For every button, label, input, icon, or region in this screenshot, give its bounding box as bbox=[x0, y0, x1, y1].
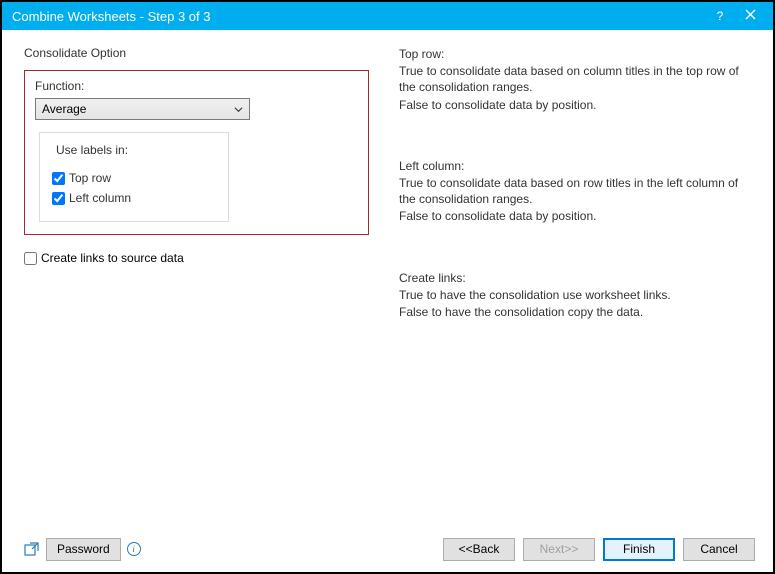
help-create-links-line2: False to have the consolidation copy the… bbox=[399, 304, 755, 320]
options-highlight-frame: Function: Average Use labels in: Top row bbox=[24, 70, 369, 235]
titlebar: Combine Worksheets - Step 3 of 3 ? bbox=[2, 2, 773, 30]
cancel-button[interactable]: Cancel bbox=[683, 538, 755, 561]
help-top-row: Top row: True to consolidate data based … bbox=[399, 46, 755, 113]
help-left-column-line1: True to consolidate data based on row ti… bbox=[399, 175, 755, 207]
help-top-row-line1: True to consolidate data based on column… bbox=[399, 63, 755, 95]
help-left-column-line2: False to consolidate data by position. bbox=[399, 208, 755, 224]
close-icon bbox=[745, 9, 756, 23]
help-top-row-title: Top row: bbox=[399, 46, 755, 62]
help-create-links-line1: True to have the consolidation use works… bbox=[399, 287, 755, 303]
help-top-row-line2: False to consolidate data by position. bbox=[399, 97, 755, 113]
popout-icon[interactable] bbox=[24, 541, 40, 557]
left-column-label: Left column bbox=[69, 191, 131, 205]
consolidate-option-panel: Consolidate Option Function: Average Use… bbox=[24, 46, 369, 526]
help-button[interactable]: ? bbox=[705, 2, 735, 30]
back-button[interactable]: <<Back bbox=[443, 538, 515, 561]
info-icon[interactable]: i bbox=[127, 542, 141, 556]
top-row-label: Top row bbox=[69, 171, 111, 185]
window-title: Combine Worksheets - Step 3 of 3 bbox=[12, 9, 705, 24]
function-select[interactable]: Average bbox=[35, 98, 250, 120]
help-icon: ? bbox=[717, 9, 724, 23]
function-label: Function: bbox=[35, 79, 358, 93]
create-links-checkbox[interactable] bbox=[24, 252, 37, 265]
password-button[interactable]: Password bbox=[46, 538, 121, 561]
help-create-links: Create links: True to have the consolida… bbox=[399, 270, 755, 321]
use-labels-fieldset: Use labels in: Top row Left column bbox=[39, 132, 229, 222]
help-create-links-title: Create links: bbox=[399, 270, 755, 286]
help-left-column-title: Left column: bbox=[399, 158, 755, 174]
next-button[interactable]: Next>> bbox=[523, 538, 595, 561]
finish-button[interactable]: Finish bbox=[603, 538, 675, 561]
footer: Password i <<Back Next>> Finish Cancel bbox=[2, 526, 773, 572]
help-text-panel: Top row: True to consolidate data based … bbox=[399, 46, 755, 526]
help-left-column: Left column: True to consolidate data ba… bbox=[399, 158, 755, 225]
use-labels-legend: Use labels in: bbox=[52, 143, 132, 157]
top-row-checkbox[interactable] bbox=[52, 172, 65, 185]
consolidate-option-title: Consolidate Option bbox=[24, 46, 369, 60]
create-links-label: Create links to source data bbox=[41, 251, 184, 265]
close-button[interactable] bbox=[735, 2, 765, 30]
left-column-checkbox[interactable] bbox=[52, 192, 65, 205]
